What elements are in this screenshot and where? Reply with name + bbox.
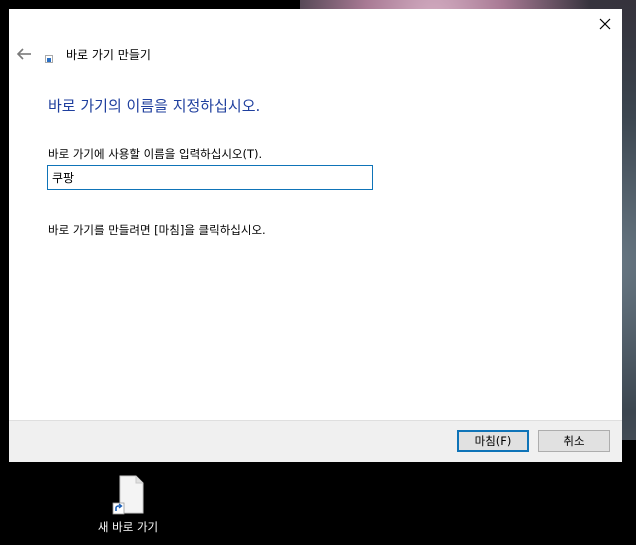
cancel-button[interactable]: 취소 [538, 430, 610, 452]
back-button[interactable] [13, 45, 35, 63]
page-heading: 바로 가기의 이름을 지정하십시오. [48, 97, 261, 115]
dialog-footer: 마침(F) 취소 [9, 420, 622, 462]
desktop-icon-label: 새 바로 가기 [97, 520, 159, 534]
shortcut-name-input[interactable] [47, 165, 373, 190]
desktop-shortcut-item[interactable]: 새 바로 가기 [86, 475, 170, 539]
shortcut-file-icon [112, 475, 144, 515]
finish-button[interactable]: 마침(F) [457, 430, 529, 452]
close-icon [599, 18, 611, 30]
name-prompt-label: 바로 가기에 사용할 이름을 입력하십시오(T). [48, 147, 263, 161]
close-button[interactable] [588, 9, 622, 39]
finish-hint: 바로 가기를 만들려면 [마침]을 클릭하십시오. [48, 223, 266, 237]
shortcut-icon [45, 55, 53, 63]
dialog-title: 바로 가기 만들기 [66, 48, 151, 62]
arrow-left-icon [16, 48, 31, 60]
create-shortcut-dialog: 바로 가기 만들기 바로 가기의 이름을 지정하십시오. 바로 가기에 사용할 … [9, 9, 622, 462]
